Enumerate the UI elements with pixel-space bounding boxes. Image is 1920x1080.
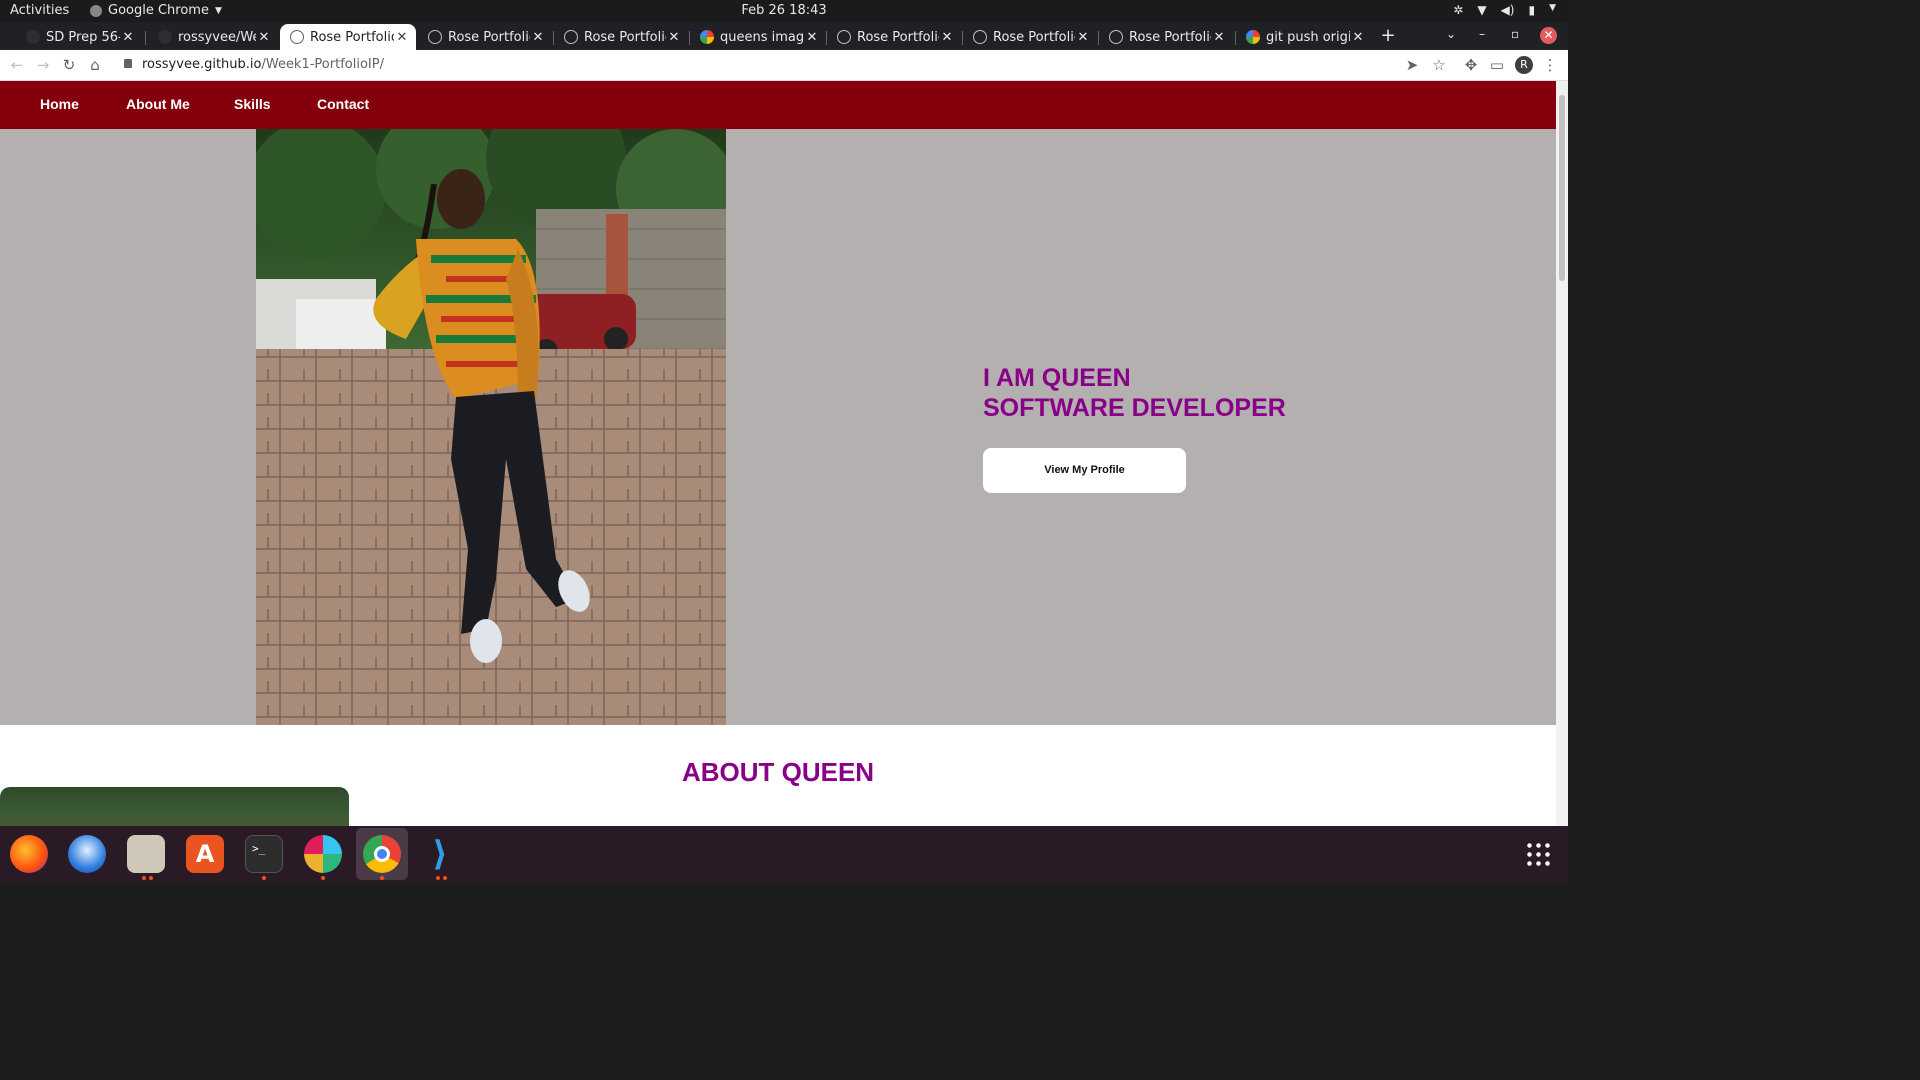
system-tray[interactable]: ✲ ▼ ◀) ▮ ▼	[1453, 3, 1556, 17]
globe-icon	[973, 30, 987, 44]
firefox-icon[interactable]	[10, 835, 48, 873]
tab-6[interactable]: Rose Portfolio ✕	[827, 24, 961, 50]
close-tab-icon[interactable]: ✕	[666, 30, 682, 45]
hero-section: I AM QUEEN SOFTWARE DEVELOPER View My Pr…	[0, 129, 1556, 725]
vscode-icon[interactable]: ⟩	[421, 835, 459, 873]
terminal-icon[interactable]: >_	[245, 835, 283, 873]
tab-label: SD Prep 56-58 F	[46, 29, 120, 45]
globe-icon	[1109, 30, 1123, 44]
about-photo	[0, 787, 349, 826]
files-icon[interactable]	[127, 835, 165, 873]
about-heading: ABOUT QUEEN	[681, 757, 875, 787]
tab-8[interactable]: Rose Portfolio ✕	[1099, 24, 1233, 50]
nav-home[interactable]: Home	[40, 96, 79, 112]
profile-photo	[256, 129, 726, 725]
window-close-icon[interactable]: ✕	[1540, 27, 1557, 44]
bookmark-star-icon[interactable]: ☆	[1430, 56, 1448, 74]
nav-skills[interactable]: Skills	[234, 96, 271, 112]
dock: A >_ ⟩	[0, 826, 1568, 882]
hero-line-1: I AM QUEEN	[983, 364, 1131, 392]
tab-label: Rose Portfolio	[584, 29, 666, 45]
tab-label: rossyvee/Week	[178, 29, 256, 45]
send-page-icon[interactable]: ➤	[1403, 56, 1421, 74]
tab-7[interactable]: Rose Portfolio ✕	[963, 24, 1097, 50]
clock[interactable]: Feb 26 18:43	[0, 3, 1568, 18]
globe-icon	[564, 30, 578, 44]
tab-label: Rose Portfolio	[993, 29, 1075, 45]
volume-icon[interactable]: ◀)	[1501, 3, 1515, 17]
new-tab-plus-icon[interactable]: +	[1378, 26, 1398, 46]
tab-label: Rose Portfolio	[310, 29, 394, 45]
tab-strip: SD Prep 56-58 F ✕ rossyvee/Week ✕ Rose P…	[0, 22, 1568, 50]
system-top-bar: Activities Google Chrome ▼ Feb 26 18:43 …	[0, 0, 1568, 22]
close-tab-icon[interactable]: ✕	[530, 30, 546, 45]
software-center-icon[interactable]: A	[186, 835, 224, 873]
tab-3[interactable]: Rose Portfolio ✕	[418, 24, 552, 50]
page-scrollbar[interactable]	[1556, 81, 1568, 826]
reload-icon[interactable]: ↻	[60, 56, 78, 74]
browser-toolbar: ← → ↻ ⌂ rossyvee.github.io/Week1-Portfol…	[0, 50, 1568, 81]
restore-icon[interactable]: ▫	[1511, 27, 1519, 41]
back-arrow-icon[interactable]: ←	[8, 56, 26, 74]
github-icon	[26, 30, 40, 44]
close-tab-icon[interactable]: ✕	[394, 30, 410, 45]
globe-icon	[290, 30, 304, 44]
cast-icon[interactable]: ▭	[1488, 56, 1506, 74]
hero-line-2: SOFTWARE DEVELOPER	[983, 394, 1286, 422]
tab-5[interactable]: queens image ✕	[690, 24, 826, 50]
url-path: /Week1-PortfolioIP/	[261, 57, 384, 72]
hero-heading: I AM QUEEN SOFTWARE DEVELOPER	[983, 363, 1286, 423]
slack-icon[interactable]	[304, 835, 342, 873]
close-tab-icon[interactable]: ✕	[1075, 30, 1091, 45]
thunderbird-icon[interactable]	[68, 835, 106, 873]
close-tab-icon[interactable]: ✕	[1350, 30, 1366, 45]
tab-label: Rose Portfolio	[1129, 29, 1211, 45]
lock-icon[interactable]	[124, 59, 132, 68]
tab-label: Rose Portfolio	[857, 29, 939, 45]
nav-contact[interactable]: Contact	[317, 96, 369, 112]
scrollbar-thumb[interactable]	[1559, 95, 1565, 281]
minimize-icon[interactable]: –	[1479, 27, 1485, 41]
tab-search-chevron-icon[interactable]: ⌄	[1446, 27, 1456, 41]
tab-9[interactable]: git push origin ✕	[1236, 24, 1372, 50]
globe-icon	[428, 30, 442, 44]
close-tab-icon[interactable]: ✕	[804, 30, 820, 45]
forward-arrow-icon[interactable]: →	[34, 56, 52, 74]
system-menu-caret-icon[interactable]: ▼	[1549, 3, 1556, 17]
chrome-icon[interactable]	[363, 835, 401, 873]
tab-1[interactable]: rossyvee/Week ✕	[148, 24, 278, 50]
site-navbar: Home About Me Skills Contact	[0, 81, 1556, 129]
view-profile-button[interactable]: View My Profile	[983, 448, 1186, 493]
close-tab-icon[interactable]: ✕	[120, 30, 136, 45]
show-applications-icon[interactable]	[1525, 841, 1551, 867]
wifi-icon[interactable]: ▼	[1477, 3, 1486, 17]
close-tab-icon[interactable]: ✕	[256, 30, 272, 45]
extensions-puzzle-icon[interactable]: ✥	[1462, 56, 1480, 74]
tab-0[interactable]: SD Prep 56-58 F ✕	[16, 24, 142, 50]
tab-label: git push origin	[1266, 29, 1350, 45]
close-tab-icon[interactable]: ✕	[1211, 30, 1227, 45]
address-bar[interactable]: rossyvee.github.io/Week1-PortfolioIP/	[142, 57, 384, 72]
chrome-menu-icon[interactable]: ⋮	[1541, 56, 1559, 74]
tab-2-active[interactable]: Rose Portfolio ✕	[280, 24, 416, 50]
tab-label: Rose Portfolio	[448, 29, 530, 45]
slack-tray-icon[interactable]: ✲	[1453, 3, 1463, 17]
battery-icon[interactable]: ▮	[1528, 3, 1535, 17]
globe-icon	[837, 30, 851, 44]
google-icon	[1246, 30, 1260, 44]
url-host: rossyvee.github.io	[142, 57, 262, 72]
page-viewport: Home About Me Skills Contact I AM QUEEN …	[0, 81, 1556, 826]
home-icon[interactable]: ⌂	[86, 56, 104, 74]
tab-4[interactable]: Rose Portfolio ✕	[554, 24, 688, 50]
nav-about-me[interactable]: About Me	[126, 96, 190, 112]
github-icon	[158, 30, 172, 44]
tab-label: queens image	[720, 29, 804, 45]
google-icon	[700, 30, 714, 44]
profile-avatar[interactable]: R	[1515, 56, 1533, 74]
close-tab-icon[interactable]: ✕	[939, 30, 955, 45]
